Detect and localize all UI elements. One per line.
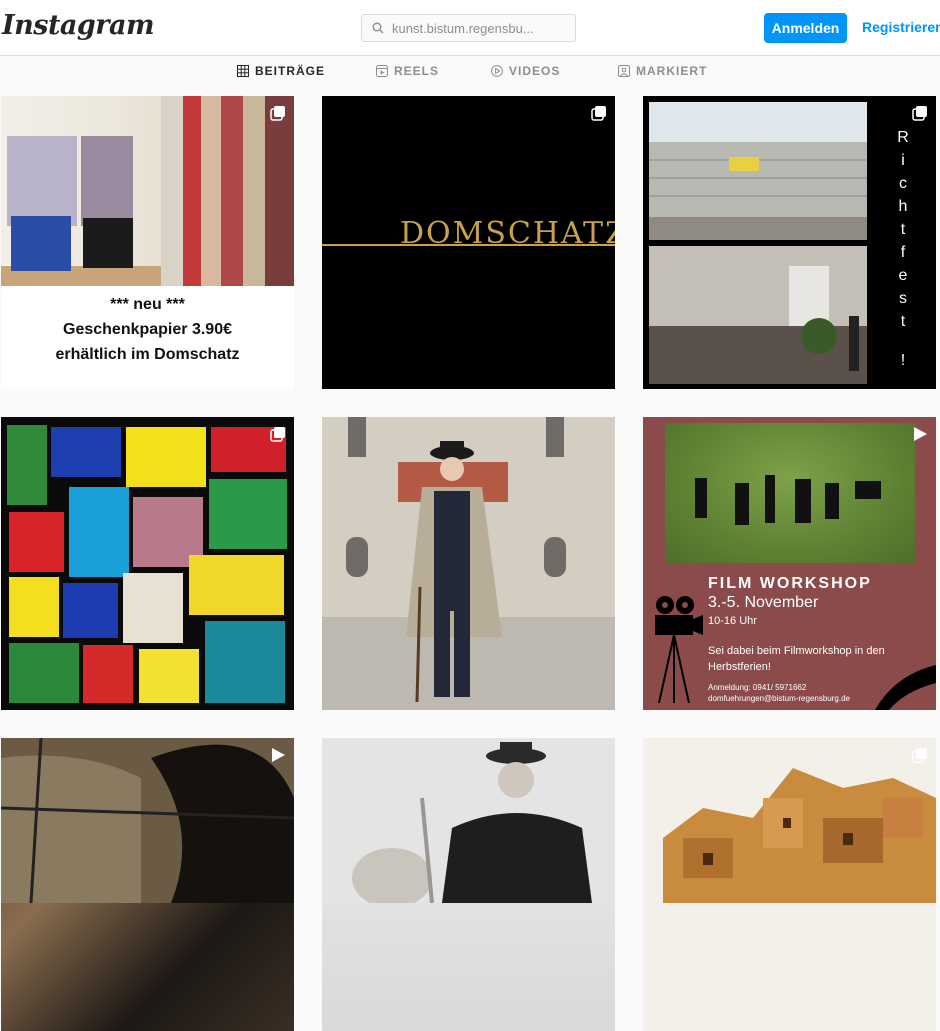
workshop-description: Sei dabei beim Filmworkshop in den Herbs… bbox=[708, 645, 885, 673]
workshop-time: 10-16 Uhr bbox=[708, 615, 757, 627]
post-film-workshop[interactable]: FILM WORKSHOP 3.-5. November 10-16 Uhr S… bbox=[643, 417, 936, 710]
gift-paper-photo bbox=[1, 96, 294, 286]
grid-icon bbox=[237, 65, 249, 77]
letter: f bbox=[900, 244, 906, 261]
post-man-with-sculpture[interactable] bbox=[322, 738, 615, 1031]
tab-videos[interactable]: VIDEOS bbox=[491, 64, 560, 78]
letter: s bbox=[899, 290, 907, 307]
post-stained-glass[interactable] bbox=[1, 417, 294, 710]
portrait-photo bbox=[322, 417, 615, 710]
workshop-title: FILM WORKSHOP bbox=[708, 575, 872, 592]
stained-glass-image bbox=[1, 417, 294, 710]
carousel-icon bbox=[270, 106, 285, 121]
caption-line: erhältlich im Domschatz bbox=[55, 346, 240, 363]
richtfest-vertical-text: R i c h t f e s t ! bbox=[893, 126, 913, 372]
search-placeholder: kunst.bistum.regensbu... bbox=[392, 20, 534, 36]
instagram-logo[interactable]: Instagram bbox=[2, 10, 155, 41]
carousel-icon bbox=[591, 106, 606, 121]
gift-paper-caption: *** neu *** Geschenkpapier 3.90€ erhältl… bbox=[1, 292, 294, 367]
post-model-village[interactable] bbox=[643, 738, 936, 1031]
video-play-icon bbox=[914, 427, 927, 441]
glass-detail-image bbox=[1, 738, 294, 904]
reels-icon bbox=[376, 65, 388, 77]
post-domschatz-logo[interactable]: DOMSCHATZ bbox=[322, 96, 615, 389]
carousel-icon bbox=[270, 427, 285, 442]
caption-line: Geschenkpapier 3.90€ bbox=[63, 321, 232, 338]
domschatz-logo-text: DOMSCHATZ bbox=[400, 216, 615, 251]
ceremony-photo bbox=[649, 246, 867, 384]
register-link[interactable]: Registrieren bbox=[862, 19, 940, 35]
video-play-icon bbox=[272, 748, 285, 762]
caption-line: *** neu *** bbox=[110, 296, 185, 313]
letter: t bbox=[900, 221, 906, 238]
tagged-icon bbox=[618, 65, 630, 77]
letter: c bbox=[899, 175, 907, 192]
search-input[interactable]: kunst.bistum.regensbu... bbox=[361, 14, 576, 42]
workshop-registration: Anmeldung: 0941/ 5971662 domfuehrungen@b… bbox=[708, 682, 850, 704]
letter: i bbox=[901, 152, 905, 169]
search-icon bbox=[372, 22, 384, 34]
post-gift-paper[interactable]: *** neu *** Geschenkpapier 3.90€ erhältl… bbox=[1, 96, 294, 389]
post-glass-detail[interactable] bbox=[1, 738, 294, 1031]
login-button[interactable]: Anmelden bbox=[764, 13, 847, 43]
tab-label: BEITRÄGE bbox=[255, 64, 326, 78]
letter: R bbox=[897, 129, 909, 146]
tab-reels[interactable]: REELS bbox=[376, 64, 439, 78]
grass-photo bbox=[665, 423, 915, 563]
registration-phone: Anmeldung: 0941/ 5971662 bbox=[708, 683, 807, 692]
registration-email: domfuehrungen@bistum-regensburg.de bbox=[708, 694, 850, 703]
post-man-with-cane[interactable] bbox=[322, 417, 615, 710]
workshop-date: 3.-5. November bbox=[708, 594, 819, 611]
tab-tagged[interactable]: MARKIERT bbox=[618, 64, 707, 78]
tab-label: VIDEOS bbox=[509, 64, 561, 78]
model-village-photo bbox=[643, 738, 936, 903]
letter: t bbox=[900, 313, 906, 330]
letter: ! bbox=[900, 352, 906, 369]
top-navigation-bar: Instagram kunst.bistum.regensbu... Anmel… bbox=[0, 0, 940, 56]
tab-posts[interactable]: BEITRÄGE bbox=[237, 64, 325, 78]
film-strip-icon bbox=[875, 665, 936, 710]
tab-label: REELS bbox=[394, 64, 440, 78]
building-site-photo bbox=[649, 102, 867, 240]
carousel-icon bbox=[912, 106, 927, 121]
letter: h bbox=[898, 198, 908, 215]
film-camera-icon bbox=[655, 596, 703, 703]
carousel-icon bbox=[912, 748, 927, 763]
post-richtfest[interactable]: R i c h t f e s t ! bbox=[643, 96, 936, 389]
sculpture-portrait-photo bbox=[322, 738, 615, 908]
tab-label: MARKIERT bbox=[636, 64, 708, 78]
letter: e bbox=[898, 267, 908, 284]
profile-tabs: BEITRÄGE REELS VIDEOS MARKIERT bbox=[0, 56, 940, 86]
video-icon bbox=[491, 65, 503, 77]
